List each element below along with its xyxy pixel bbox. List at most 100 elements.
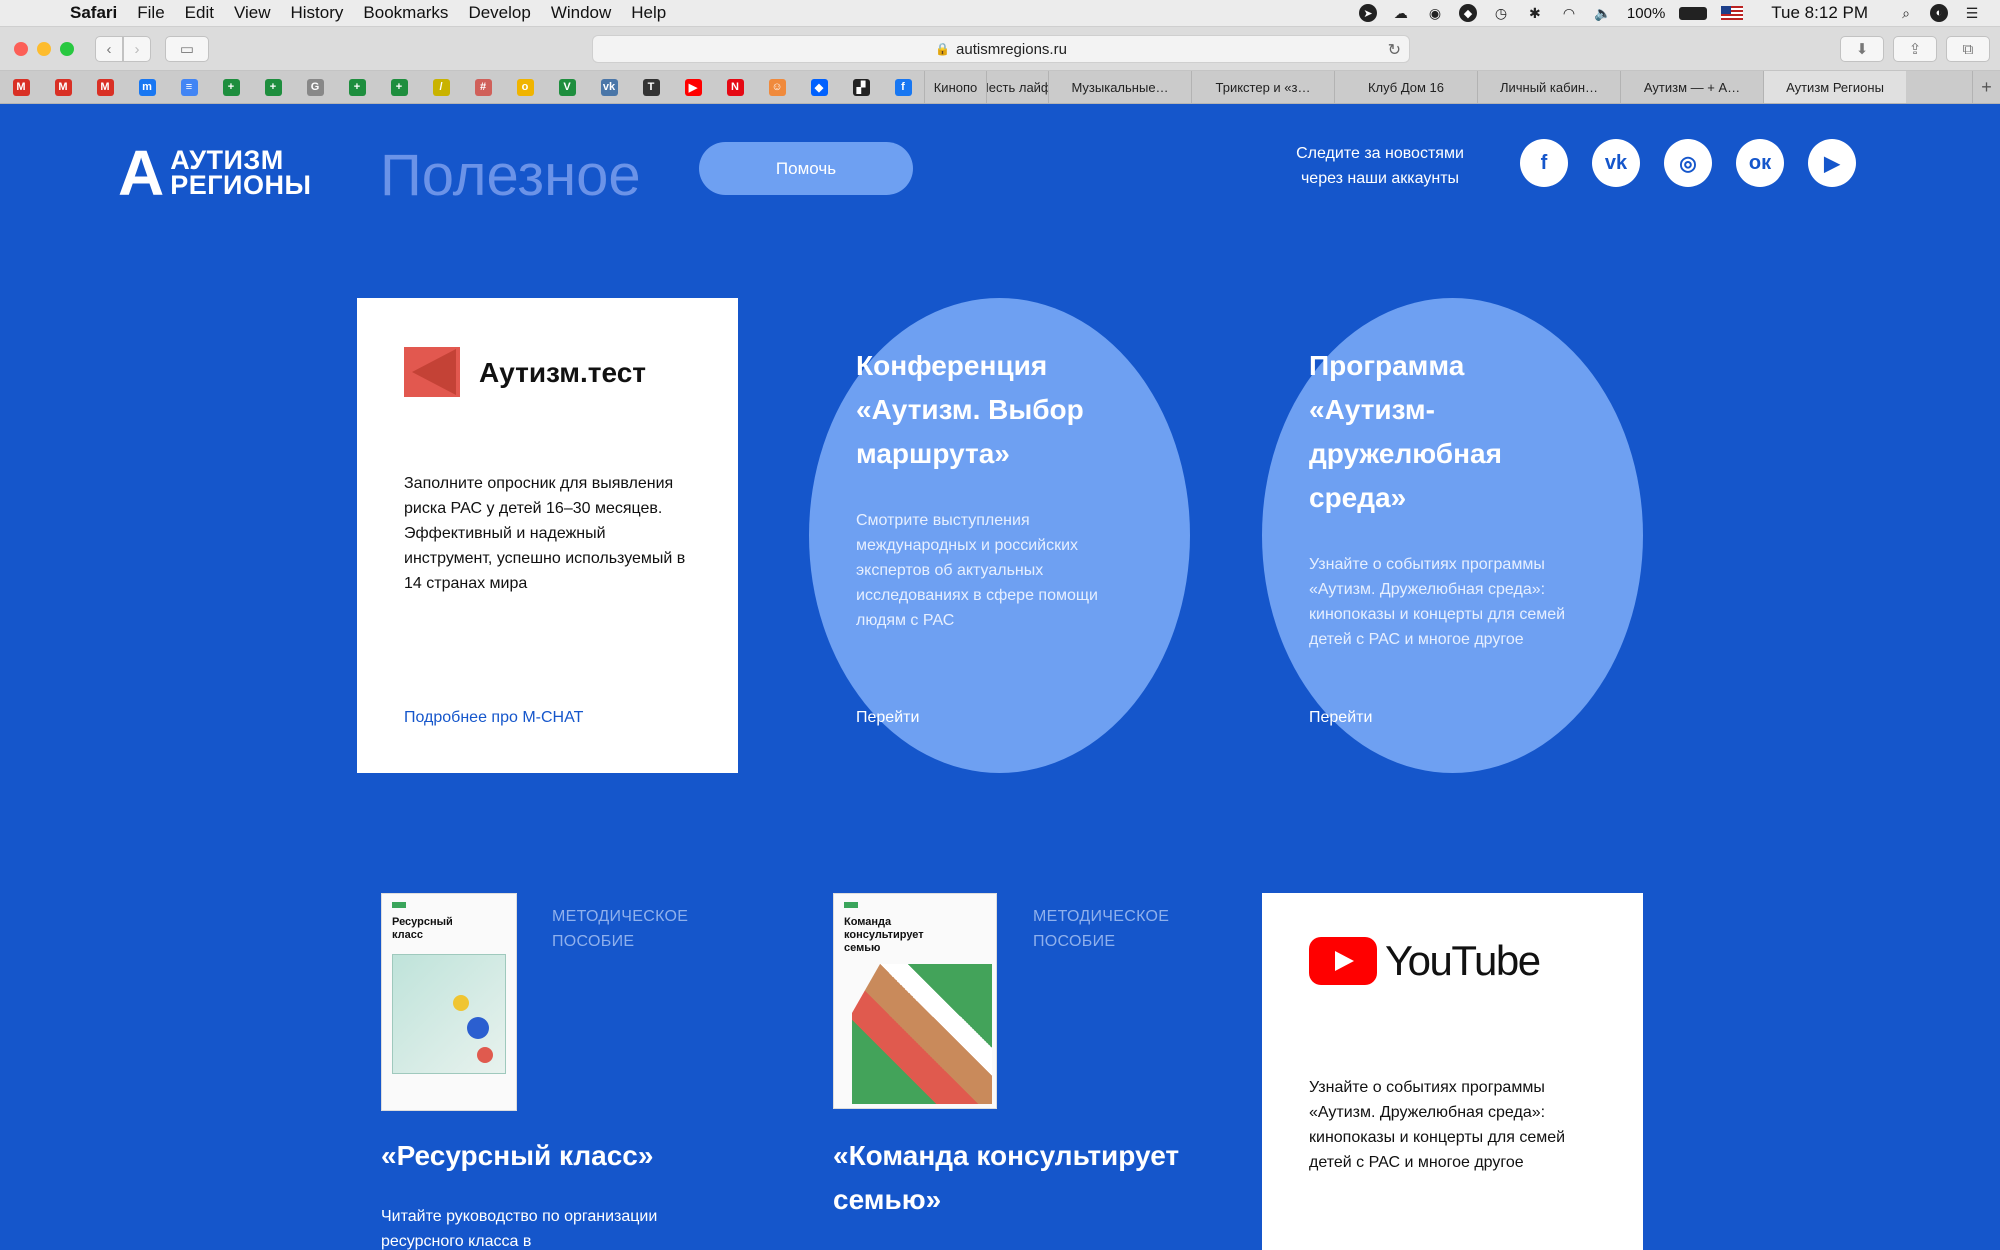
instagram-icon[interactable]: ◎ [1664, 139, 1712, 187]
input-source-flag-icon[interactable] [1721, 6, 1744, 20]
wifi-icon[interactable]: ◠ [1559, 4, 1579, 22]
forward-button[interactable]: › [123, 36, 151, 62]
vk-icon[interactable]: vk [1592, 139, 1640, 187]
bookmark-favicon[interactable]: ≡ [168, 71, 210, 103]
bookmark-favicon[interactable]: ▞ [840, 71, 882, 103]
cover-illustration [392, 954, 506, 1074]
bookmark-favicon[interactable]: m [126, 71, 168, 103]
menu-file[interactable]: File [127, 3, 174, 23]
zoom-window-button[interactable] [60, 41, 74, 56]
book-cover-resource-class[interactable]: Ресурсный класс [381, 893, 517, 1111]
tab[interactable]: Личный кабин… [1477, 71, 1620, 103]
siri-icon[interactable]: ◐ [1930, 4, 1948, 22]
book-title-team-consults[interactable]: «Команда консультирует семью» [833, 1134, 1203, 1222]
program-description: Узнайте о событиях программы «Аутизм. Др… [1309, 556, 1566, 648]
share-button[interactable]: ⇪ [1893, 36, 1937, 62]
cover-shape [467, 1017, 489, 1039]
conference-description: Смотрите выступления международных и рос… [856, 512, 1098, 629]
volume-icon[interactable]: 🔈 [1593, 4, 1613, 22]
menu-window[interactable]: Window [541, 3, 621, 23]
telegram-icon[interactable]: ➤ [1358, 4, 1377, 22]
notification-center-icon[interactable]: ☰ [1962, 4, 1982, 22]
book-cover-team-consults[interactable]: Команда консультирует семью [833, 893, 997, 1109]
book-title-resource-class[interactable]: «Ресурсный класс» [381, 1134, 653, 1178]
url-text: autismregions.ru [956, 40, 1067, 58]
reload-icon[interactable]: ↻ [1388, 40, 1401, 60]
bookmark-favicon[interactable]: f [882, 71, 924, 103]
messenger-icon: m [138, 78, 156, 96]
menu-app-name[interactable]: Safari [60, 3, 127, 23]
bookmark-favicon[interactable]: N [714, 71, 756, 103]
address-bar[interactable]: 🔒 autismregions.ru ↻ [592, 35, 1410, 63]
spotlight-icon[interactable]: ⌕ [1896, 4, 1916, 22]
new-tab-button[interactable]: + [1972, 71, 2000, 103]
program-title: Программа «Аутизм-дружелюбная среда» [1309, 350, 1502, 513]
conference-card[interactable]: Конференция «Аутизм. Выбор маршрута» Смо… [809, 298, 1190, 773]
downloads-button[interactable]: ⬇ [1840, 36, 1884, 62]
youtube-icon[interactable]: ▶ [1808, 139, 1856, 187]
bookmark-favicon[interactable]: + [336, 71, 378, 103]
extension-icon[interactable]: ◆ [1458, 4, 1477, 22]
bookmark-favicon[interactable]: G [294, 71, 336, 103]
follow-line-1: Следите за новостями [1296, 145, 1464, 162]
odnoklassniki-icon[interactable]: ок [1736, 139, 1784, 187]
bookmark-favicon[interactable]: ▶ [672, 71, 714, 103]
bookmark-favicon[interactable]: + [378, 71, 420, 103]
cloud-sync-icon[interactable]: ☁ [1391, 4, 1411, 22]
cover-shape [477, 1047, 493, 1063]
youtube-card[interactable]: YouTube Узнайте о событиях программы «Ау… [1262, 893, 1643, 1250]
tab[interactable]: Кинопо [924, 71, 986, 103]
program-card[interactable]: Программа «Аутизм-дружелюбная среда» Узн… [1262, 298, 1643, 773]
tab-active[interactable]: Аутизм Регионы [1763, 71, 1906, 103]
bookmark-favicon[interactable]: / [420, 71, 462, 103]
tab[interactable]: Шесть лайфх [986, 71, 1048, 103]
social-links: f vk ◎ ок ▶ [1520, 139, 1856, 187]
autism-test-mark-icon [404, 345, 470, 401]
bookmark-favicon[interactable]: ◆ [798, 71, 840, 103]
menu-bookmarks[interactable]: Bookmarks [353, 3, 458, 23]
tab[interactable]: Музыкальные… [1048, 71, 1191, 103]
tab[interactable]: Клуб Дом 16 [1334, 71, 1477, 103]
facebook-icon[interactable]: f [1520, 139, 1568, 187]
bookmark-favicon[interactable]: M [84, 71, 126, 103]
creative-cloud-icon[interactable]: ◉ [1425, 4, 1445, 22]
menu-clock[interactable]: Tue 8:12 PM [1771, 3, 1868, 23]
tab[interactable]: Трикстер и «з… [1191, 71, 1334, 103]
close-window-button[interactable] [14, 41, 28, 56]
cover-title: Команда консультирует семью [844, 916, 924, 954]
help-button[interactable]: Помочь [699, 142, 913, 195]
bookmark-favicon[interactable]: o [504, 71, 546, 103]
bookmark-favicon[interactable]: ☺ [756, 71, 798, 103]
sidebar-toggle-button[interactable]: ▭ [165, 36, 209, 62]
sheets-icon: + [264, 78, 282, 96]
bookmark-favicon[interactable]: + [210, 71, 252, 103]
bookmark-favicon[interactable]: V [546, 71, 588, 103]
gmail-icon: M [54, 78, 72, 96]
youtube-icon: ▶ [684, 78, 702, 96]
bookmark-favicon[interactable]: M [42, 71, 84, 103]
publisher-mark-icon [844, 902, 858, 908]
bluetooth-icon[interactable]: ✱ [1525, 4, 1545, 22]
conference-go-link[interactable]: Перейти [856, 709, 919, 727]
bookmark-favicon[interactable]: M [0, 71, 42, 103]
window-controls [0, 41, 74, 56]
tab-overview-button[interactable]: ⧉ [1946, 36, 1990, 62]
bookmark-favicon[interactable]: vk [588, 71, 630, 103]
bookmark-favicon[interactable]: # [462, 71, 504, 103]
minimize-window-button[interactable] [37, 41, 51, 56]
menu-develop[interactable]: Develop [458, 3, 540, 23]
program-go-link[interactable]: Перейти [1309, 709, 1372, 727]
site-logo[interactable]: А АУТИЗМ РЕГИОНЫ [118, 141, 311, 205]
menu-help[interactable]: Help [621, 3, 676, 23]
time-machine-icon[interactable]: ◷ [1491, 4, 1511, 22]
bookmark-favicon[interactable]: + [252, 71, 294, 103]
tab-strip: КинопоШесть лайфхМузыкальные…Трикстер и … [924, 71, 1972, 103]
bookmark-favicon[interactable]: T [630, 71, 672, 103]
menu-view[interactable]: View [224, 3, 281, 23]
back-button[interactable]: ‹ [95, 36, 123, 62]
tab[interactable]: Аутизм — + А… [1620, 71, 1763, 103]
battery-icon[interactable] [1679, 6, 1708, 20]
menu-edit[interactable]: Edit [175, 3, 224, 23]
menu-history[interactable]: History [281, 3, 354, 23]
mchat-more-link[interactable]: Подробнее про M-CHAT [404, 709, 583, 727]
